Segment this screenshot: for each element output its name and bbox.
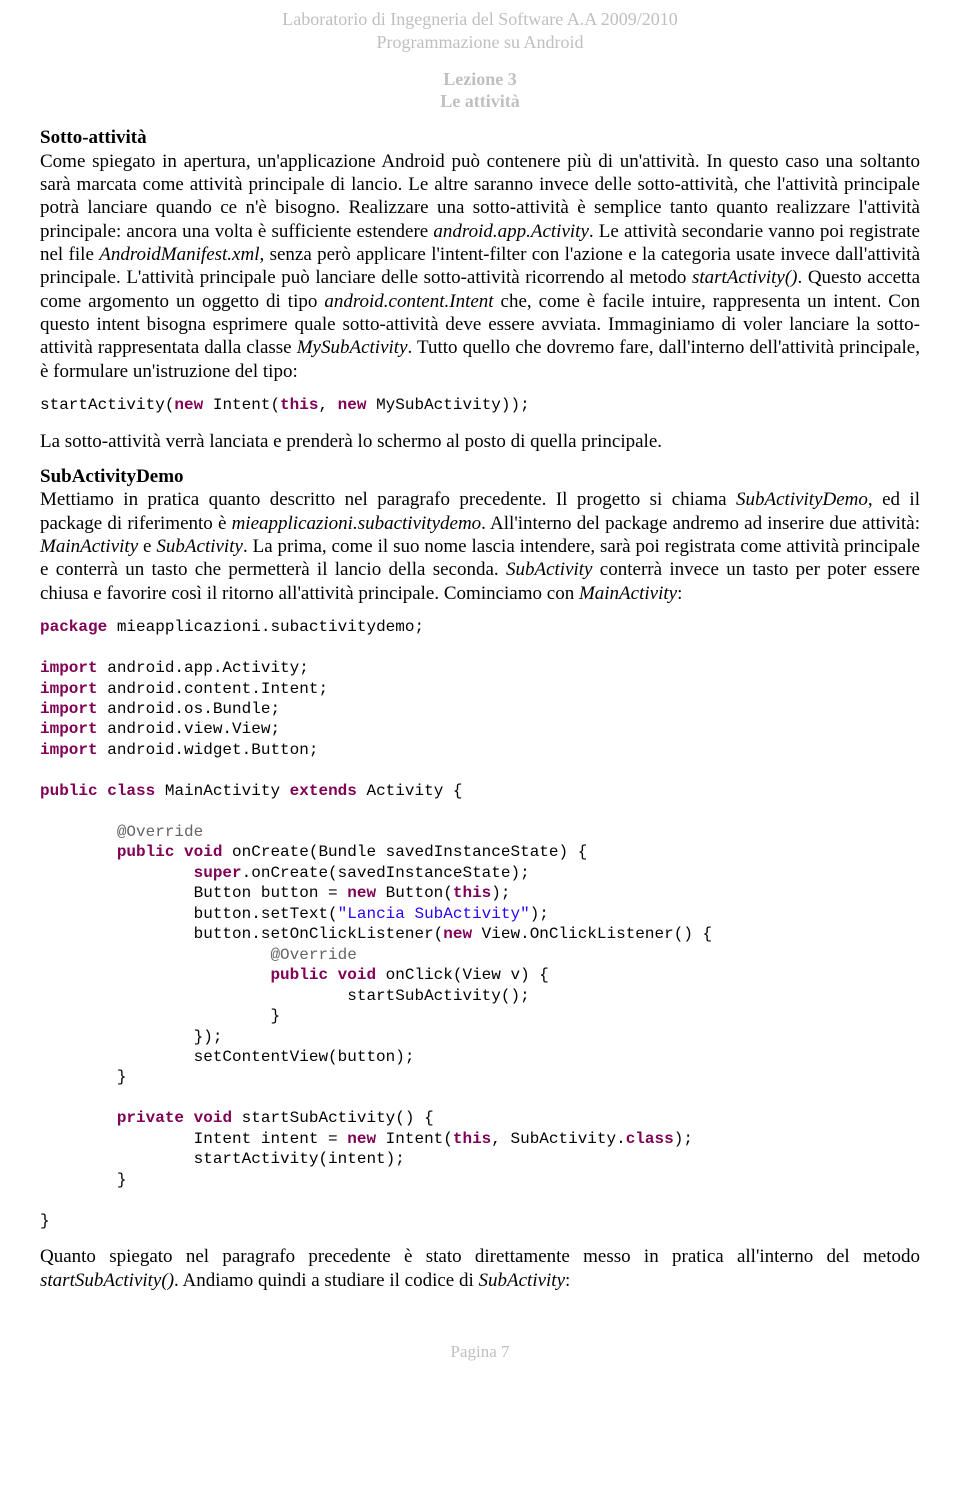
lesson-title: Le attività <box>440 91 519 111</box>
page-header: Laboratorio di Ingegneria del Software A… <box>40 8 920 53</box>
code-snippet-1: startActivity(new Intent(this, new MySub… <box>40 395 920 415</box>
page-footer: Pagina 7 <box>40 1342 920 1363</box>
lesson-header: Lezione 3 Le attività <box>40 69 920 112</box>
header-line-1: Laboratorio di Ingegneria del Software A… <box>282 9 677 29</box>
section2-paragraph: Mettiamo in pratica quanto descritto nel… <box>40 488 920 605</box>
section1-paragraph: Come spiegato in apertura, un'applicazio… <box>40 150 920 384</box>
header-line-2: Programmazione su Android <box>377 32 584 52</box>
code-snippet-2: package mieapplicazioni.subactivitydemo;… <box>40 617 920 1231</box>
section-title-2: SubActivityDemo <box>40 465 920 488</box>
lesson-number: Lezione 3 <box>443 69 517 89</box>
section-title-1: Sotto-attività <box>40 126 920 149</box>
section3-paragraph: Quanto spiegato nel paragrafo precedente… <box>40 1245 920 1292</box>
after-code1-paragraph: La sotto-attività verrà lanciata e prend… <box>40 430 920 453</box>
